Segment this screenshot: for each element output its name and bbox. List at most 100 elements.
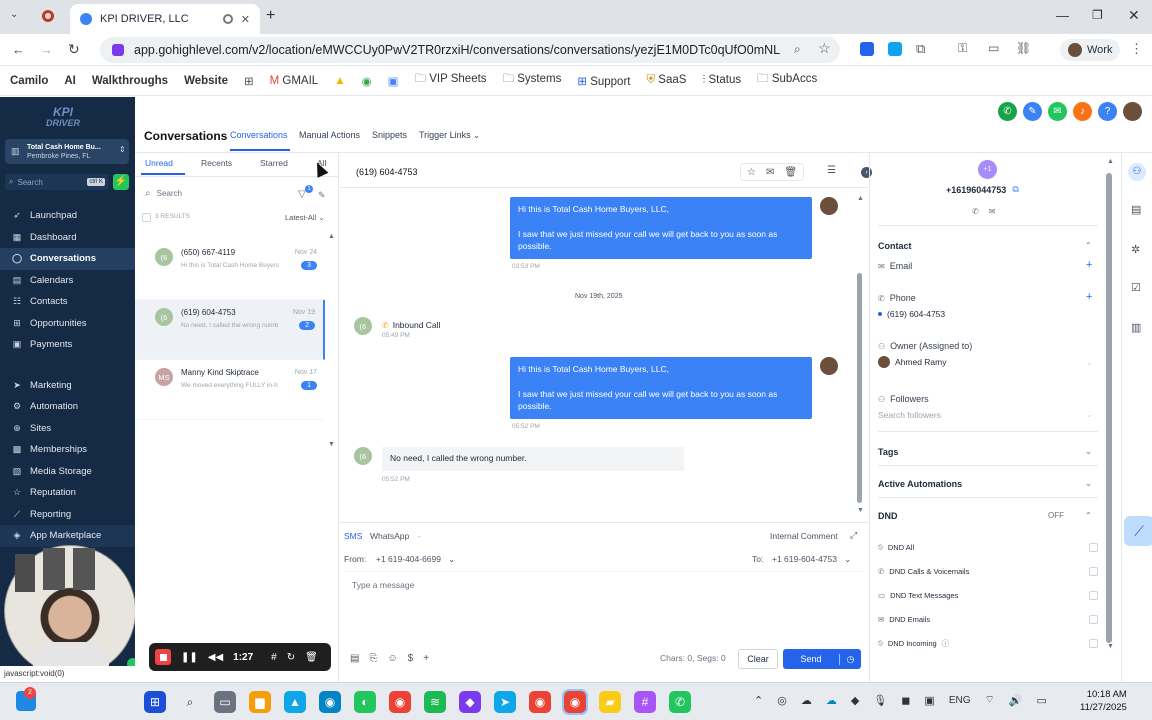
extension-icon[interactable] (888, 42, 902, 56)
list-search[interactable]: ⌕ Search (145, 184, 290, 202)
task-view-icon[interactable]: ▭ (214, 691, 236, 713)
emoji-icon[interactable]: ☺ (387, 653, 397, 664)
scrollbar[interactable] (857, 273, 862, 503)
sidebar-item-payments[interactable]: ▣ Payments (0, 334, 135, 356)
sidebar-item-marketing[interactable]: ➤ Marketing (0, 375, 135, 397)
bookmark-status[interactable]: ⫶ Status (702, 74, 741, 87)
battery-icon[interactable]: ▭ (1037, 694, 1047, 707)
scroll-down-icon[interactable]: ▼ (1107, 643, 1114, 650)
site-info-icon[interactable] (112, 44, 124, 56)
sidebar-item-memberships[interactable]: ▩ Memberships (0, 439, 135, 461)
bookmark-subaccs[interactable]: 🗀 SubAccs (757, 71, 817, 90)
calendar-icon[interactable]: ▤ (1131, 203, 1141, 216)
scroll-up-icon[interactable]: ▲ (1107, 158, 1114, 165)
dnd-checkbox[interactable] (1089, 638, 1098, 648)
tab-menu-icon[interactable]: ⌄ (10, 9, 18, 20)
cloud-icon[interactable]: ☁ (801, 694, 812, 707)
sidebar-item-launchpad[interactable]: ➶ Launchpad (0, 205, 135, 227)
tab-conversations[interactable]: Conversations (230, 130, 288, 140)
automations-section-header[interactable]: Active Automations (878, 479, 962, 489)
scroll-up-icon[interactable]: ▲ (328, 233, 335, 240)
key-icon[interactable]: ⚿ (958, 41, 967, 56)
browser-menu-icon[interactable]: ⋮ (1130, 41, 1143, 57)
contact-icon[interactable]: ⚇ (1128, 163, 1146, 181)
sidebar-item-conversations[interactable]: ◯ Conversations (0, 248, 135, 270)
wifi-icon[interactable]: ⌔ (984, 693, 994, 707)
to-select[interactable]: +1 619-604-4753 ⌄ (772, 554, 851, 565)
task-check-icon[interactable]: ☑ (1131, 281, 1141, 294)
schedule-icon[interactable]: ◷ (839, 653, 861, 665)
record-icon[interactable] (42, 10, 54, 22)
tab-manual-actions[interactable]: Manual Actions (299, 130, 360, 140)
back-icon[interactable]: ← (12, 42, 25, 57)
scroll-up-icon[interactable]: ▲ (857, 195, 864, 202)
windows-start-icon[interactable]: ⊞ (144, 691, 166, 713)
mail-open-icon[interactable]: ✉ (766, 167, 774, 178)
dnd-checkbox[interactable] (1089, 542, 1098, 552)
delete-recording-icon[interactable]: 🗑 (305, 652, 318, 663)
sidebar-item-reputation[interactable]: ☆ Reputation (0, 482, 135, 504)
clear-button[interactable]: Clear (738, 649, 778, 669)
stop-record-icon[interactable] (155, 649, 171, 665)
minimize-icon[interactable]: — (1056, 8, 1069, 23)
chrome-icon[interactable]: ◉ (389, 691, 411, 713)
bookmark-walkthroughs[interactable]: Walkthroughs (92, 75, 168, 87)
extension-icon[interactable] (860, 42, 874, 56)
dollar-icon[interactable]: $ (408, 653, 414, 664)
browser-tab[interactable]: KPI DRIVER, LLC ✕ (70, 4, 260, 34)
bookmark-vip-sheets[interactable]: 🗀 VIP Sheets (415, 71, 487, 90)
card-icon[interactable]: ▭ (988, 41, 999, 55)
plus-icon[interactable]: + (423, 653, 429, 664)
whatsapp-icon[interactable]: ✆ (669, 691, 691, 713)
select-all-checkbox[interactable] (142, 213, 151, 222)
chevron-down-icon[interactable]: ⌄ (1085, 479, 1092, 488)
edge-icon[interactable]: ◐ (354, 691, 376, 713)
pause-icon[interactable]: ❚❚ (181, 652, 198, 663)
sort-dropdown[interactable]: Latest-All ⌄ (285, 213, 325, 222)
new-tab-icon[interactable]: + (266, 7, 275, 25)
add-phone-icon[interactable]: + (1086, 291, 1092, 303)
forward-icon[interactable]: → (40, 42, 53, 57)
bookmark-camilo[interactable]: Camilo (10, 75, 48, 87)
close-window-icon[interactable]: ✕ (1128, 7, 1140, 24)
chevron-up-icon[interactable]: ⌃ (754, 694, 763, 707)
trash-icon[interactable]: 🗑 (784, 167, 797, 178)
workflow-icon[interactable]: ✲ (1131, 243, 1140, 256)
dnd-section-header[interactable]: DND (878, 511, 898, 521)
sidebar-item-calendars[interactable]: ▤ Calendars (0, 270, 135, 292)
from-select[interactable]: +1 619-404-6699 ⌄ (376, 554, 455, 565)
bookmark-saas[interactable]: ⛨ SaaS (646, 74, 686, 87)
sidebar-item-automation[interactable]: ⚙ Automation (0, 396, 135, 418)
scrollbar[interactable] (1106, 173, 1112, 643)
bookmark-website[interactable]: Website (184, 75, 228, 87)
app-tray-icon[interactable]: ◎ (777, 694, 787, 707)
send-button[interactable]: Send ◷ (783, 649, 861, 669)
bookmark-support[interactable]: ⊞ Support (577, 74, 630, 88)
app-icon[interactable]: ◉ (319, 691, 341, 713)
sidebar-item-media-storage[interactable]: ▧ Media Storage (0, 461, 135, 483)
language-indicator[interactable]: ENG (949, 695, 971, 706)
call-icon[interactable]: ✆ (972, 207, 979, 216)
rewind-icon[interactable]: ◀◀ (208, 652, 223, 663)
tags-section-header[interactable]: Tags (878, 447, 898, 457)
tab-whatsapp[interactable]: WhatsApp (370, 531, 409, 541)
notes-icon[interactable]: ▥ (1131, 321, 1141, 334)
dnd-all-row[interactable]: ⦸ DND All (878, 535, 1098, 559)
help-icon[interactable]: ? (1098, 102, 1117, 121)
followers-search[interactable]: Search followers (878, 410, 941, 420)
bookmark-star-icon[interactable]: ☆ (818, 40, 831, 57)
sidebar-item-contacts[interactable]: ☷ Contacts (0, 291, 135, 313)
scroll-down-icon[interactable]: ▼ (857, 507, 864, 514)
bookmark-gmail[interactable]: M GMAIL (270, 75, 319, 87)
drive-icon[interactable]: ▲ (334, 75, 345, 87)
dnd-calls-row[interactable]: ✆ DND Calls & Voicemails (878, 559, 1098, 583)
chevron-up-icon[interactable]: ⌃ (1085, 241, 1092, 250)
tab-trigger-links[interactable]: Trigger Links ⌄ (419, 130, 480, 140)
bell-icon[interactable]: ♪ (1073, 102, 1092, 121)
external-link-icon[interactable]: ⧉ (1012, 184, 1018, 195)
chevron-down-icon[interactable]: ⌄ (1085, 447, 1092, 456)
slack-icon[interactable]: # (634, 691, 656, 713)
owner-select[interactable]: Ahmed Ramy (878, 356, 947, 368)
floating-widget-icon[interactable]: ⟋ (1124, 516, 1152, 546)
filter-unread[interactable]: Unread (145, 158, 173, 168)
